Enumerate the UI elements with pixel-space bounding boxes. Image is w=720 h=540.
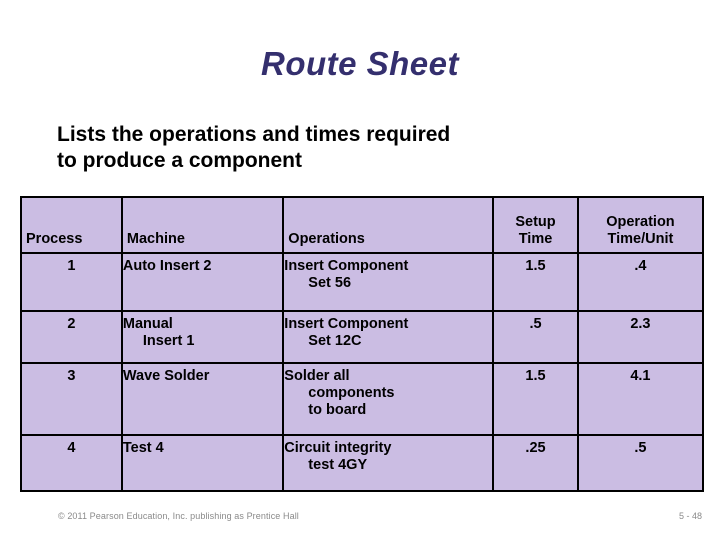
operations-line-2: Set 12C	[308, 332, 362, 349]
operation-time-line-1: Operation	[606, 214, 675, 231]
cell-setup-time: 1.5	[494, 364, 577, 434]
column-header-operation-time-unit: Operation Time/Unit	[578, 198, 702, 252]
setup-time-line-1: Setup	[515, 214, 556, 231]
cell-setup-time: 1.5	[494, 254, 577, 310]
cell-operations: Solder all components to board	[284, 364, 493, 434]
operations-line-1: Solder all	[284, 368, 350, 384]
table-row: 2 Manual Insert 1 Insert Component Set 1…	[22, 312, 702, 362]
operation-time-line-2: Time/Unit	[607, 231, 674, 248]
cell-setup-time: .5	[494, 312, 577, 362]
cell-operation-time-unit: 4.1	[578, 364, 702, 434]
machine-line-2: Insert 1	[142, 332, 195, 349]
table-row: 1 Auto Insert 2 Insert Component Set 56 …	[22, 254, 702, 310]
machine-line-1: Wave Solder	[122, 368, 210, 384]
cell-process: 3	[22, 364, 121, 434]
setup-time-line-2: Time	[518, 231, 553, 248]
machine-line-1: Test 4	[122, 440, 164, 456]
footer-copyright: © 2011 Pearson Education, Inc. publishin…	[58, 511, 299, 521]
cell-machine: Manual Insert 1	[122, 312, 283, 362]
operations-line-2: Set 56	[308, 274, 352, 291]
cell-machine: Test 4	[122, 436, 283, 490]
machine-line-1: Auto Insert 2	[122, 258, 212, 274]
page-title: Route Sheet	[260, 45, 460, 82]
operations-line-1: Insert Component	[284, 316, 409, 332]
cell-operations: Circuit integrity test 4GY	[284, 436, 493, 490]
cell-operation-time-unit: .4	[578, 254, 702, 310]
cell-machine: Auto Insert 2	[122, 254, 283, 310]
cell-operation-time-unit: 2.3	[578, 312, 702, 362]
cell-operation-time-unit: .5	[578, 436, 702, 490]
column-header-process: Process	[22, 198, 121, 252]
table-row: 3 Wave Solder Solder all components to b…	[22, 364, 702, 434]
operations-line-2: test 4GY	[308, 456, 368, 473]
cell-process: 2	[22, 312, 121, 362]
column-header-machine: Machine	[122, 198, 283, 252]
footer-page-number: 5 - 48	[678, 511, 702, 521]
cell-operations: Insert Component Set 56	[284, 254, 493, 310]
subtitle-line-2: to produce a component	[57, 149, 303, 173]
cell-machine: Wave Solder	[122, 364, 283, 434]
slide-subtitle: Lists the operations and times required …	[57, 122, 657, 175]
cell-process: 1	[22, 254, 121, 310]
table-header-row: Process Machine Operations Setup Time Op…	[22, 198, 702, 252]
cell-operations: Insert Component Set 12C	[284, 312, 493, 362]
cell-process: 4	[22, 436, 121, 490]
route-sheet-table: Process Machine Operations Setup Time Op…	[20, 196, 704, 492]
machine-line-1: Manual	[122, 316, 173, 332]
operations-line-3: to board	[308, 401, 367, 418]
operations-line-2: components	[308, 384, 395, 401]
cell-setup-time: .25	[494, 436, 577, 490]
operations-line-1: Insert Component	[284, 258, 409, 274]
operations-line-1: Circuit integrity	[284, 440, 392, 456]
column-header-setup-time: Setup Time	[494, 198, 577, 252]
table-row: 4 Test 4 Circuit integrity test 4GY .25 …	[22, 436, 702, 490]
column-header-operations: Operations	[284, 198, 493, 252]
subtitle-line-1: Lists the operations and times required	[57, 123, 451, 146]
